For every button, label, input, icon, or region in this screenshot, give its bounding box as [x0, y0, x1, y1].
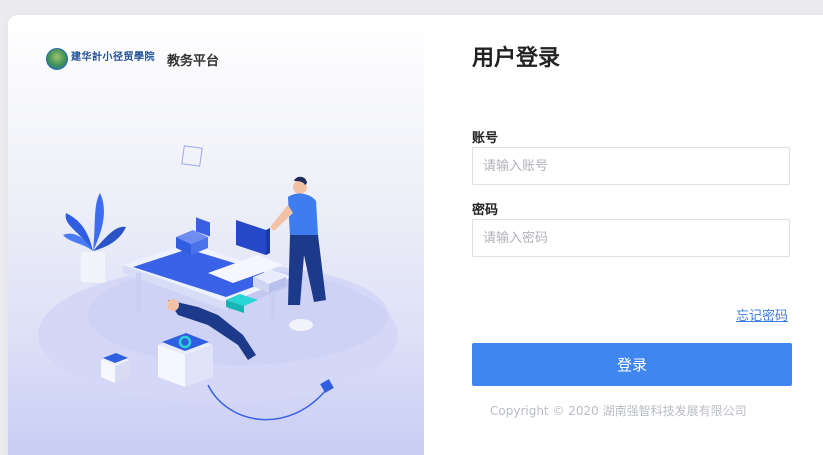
school-logo-text: 建华計小径贸學院	[71, 51, 155, 63]
account-label: 账号	[472, 131, 499, 146]
disc-shape	[289, 319, 313, 331]
forgot-password-link[interactable]: 忘记密码	[736, 305, 788, 324]
school-logo-subtext	[71, 63, 155, 66]
copyright-text: Copyright © 2020 湖南强智科技发展有限公司	[490, 404, 747, 418]
login-button[interactable]: 登录	[472, 343, 792, 386]
password-label: 密码	[472, 203, 499, 218]
account-input[interactable]	[472, 147, 790, 185]
brand: 建华計小径贸學院 教务平台	[46, 48, 219, 70]
login-panel: 用户登录 账号 密码 忘记密码 登录 Copyright © 2020 湖南强智…	[424, 15, 823, 455]
password-input[interactable]	[472, 219, 790, 257]
plant-icon	[63, 193, 126, 284]
workspace-illustration	[38, 145, 398, 421]
floating-square-icon	[181, 145, 210, 237]
platform-name: 教务平台	[167, 53, 220, 69]
login-card: 建华計小径贸學院 教务平台 用户登录 账号 请输入账号 密码 忘记密码 登录 C…	[8, 15, 823, 455]
small-box-icon	[101, 353, 130, 383]
illustration-panel: 建华計小径贸學院 教务平台	[8, 15, 424, 455]
gear-box-icon	[158, 333, 213, 387]
school-logo-icon	[46, 48, 68, 70]
login-title: 用户登录	[472, 46, 561, 71]
school-logo-wordmark: 建华計小径贸學院	[68, 51, 155, 66]
